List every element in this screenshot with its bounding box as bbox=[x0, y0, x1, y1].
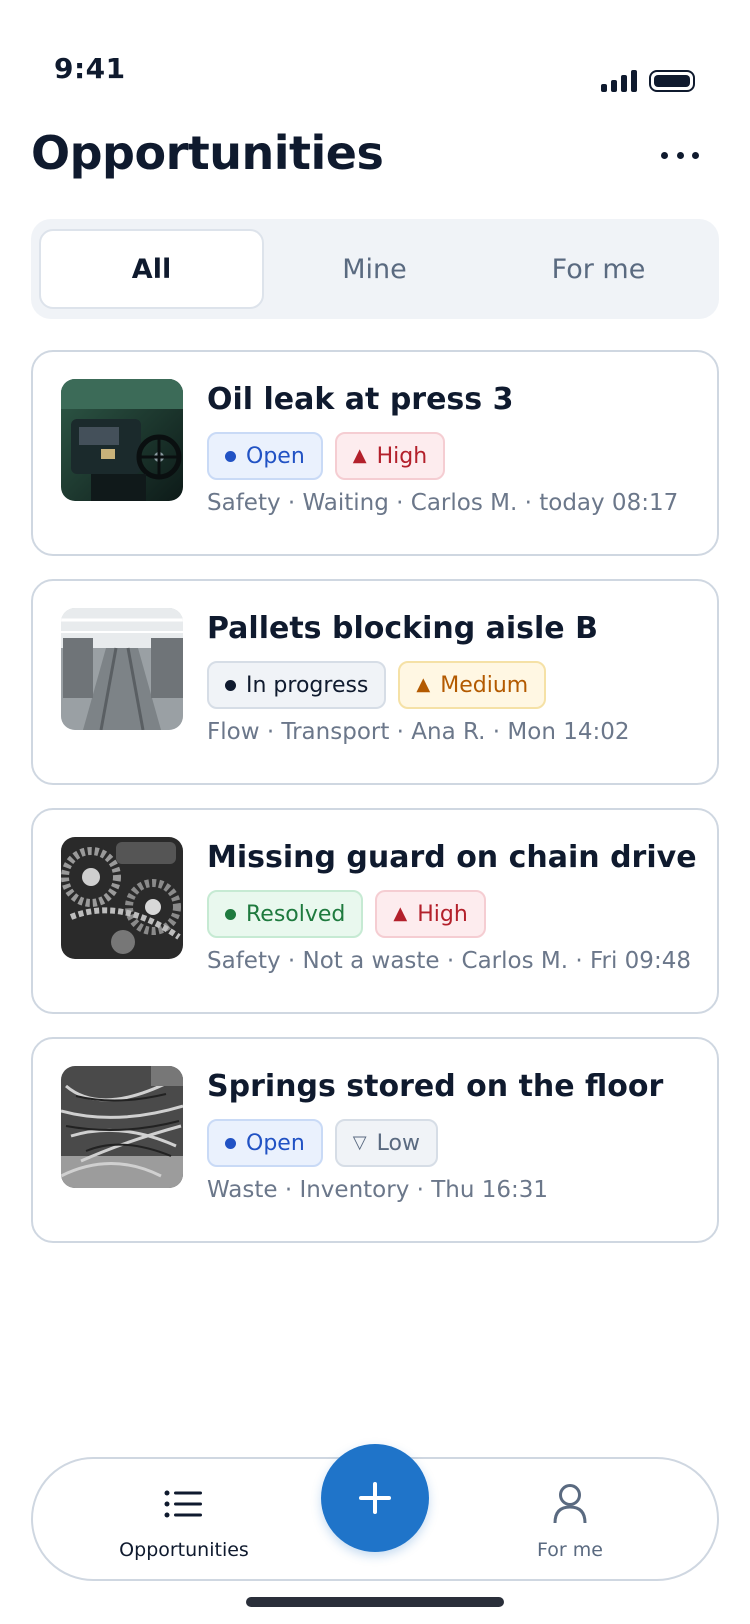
opportunity-thumbnail bbox=[61, 1066, 183, 1188]
opportunity-card[interactable]: Oil leak at press 3 Open ▲ High Safety · … bbox=[31, 350, 719, 556]
priority-badge: ▲ High bbox=[375, 890, 486, 938]
home-indicator bbox=[246, 1597, 504, 1607]
nav-label: For me bbox=[537, 1539, 603, 1561]
page-title: Opportunities bbox=[31, 126, 384, 180]
nav-item-opportunities[interactable]: Opportunities bbox=[104, 1481, 264, 1561]
status-dot-icon bbox=[225, 908, 236, 920]
add-opportunity-button[interactable] bbox=[321, 1444, 429, 1552]
signal-icon bbox=[601, 70, 641, 92]
user-icon bbox=[552, 1481, 588, 1527]
nav-label: Opportunities bbox=[119, 1539, 249, 1561]
status-dot-icon bbox=[225, 450, 236, 462]
status-bar: 9:41 bbox=[0, 0, 750, 110]
status-dot-icon bbox=[225, 1137, 236, 1149]
opportunity-title: Pallets blocking aisle B bbox=[207, 611, 598, 646]
more-horizontal-icon bbox=[661, 151, 668, 159]
priority-badge: ▽ Low bbox=[334, 1119, 438, 1167]
nav-item-for-me[interactable]: For me bbox=[490, 1481, 650, 1561]
list-icon bbox=[164, 1481, 204, 1527]
battery-icon bbox=[649, 70, 695, 92]
priority-badge: ▲ High bbox=[334, 432, 446, 480]
opportunity-meta: Flow · Transport · Ana R. · Mon 14:02 bbox=[207, 719, 630, 745]
filter-segmented-control: All Mine For me bbox=[31, 219, 719, 319]
tab-for-me[interactable]: For me bbox=[486, 229, 711, 309]
opportunity-card[interactable]: Springs stored on the floor Open ▽ Low Wa… bbox=[31, 1037, 719, 1243]
triangle-down-outline-icon: ▽ bbox=[352, 1132, 367, 1153]
opportunity-meta: Safety · Not a waste · Carlos M. · Fri 0… bbox=[207, 948, 691, 974]
plus-icon bbox=[359, 1482, 391, 1514]
triangle-up-icon: ▲ bbox=[393, 903, 408, 924]
triangle-up-icon: ▲ bbox=[416, 674, 431, 695]
opportunity-thumbnail bbox=[61, 837, 183, 959]
triangle-up-icon: ▲ bbox=[352, 445, 367, 466]
status-badge: In progress bbox=[207, 661, 387, 709]
tab-mine[interactable]: Mine bbox=[262, 229, 487, 309]
opportunity-thumbnail bbox=[61, 608, 183, 730]
status-time: 9:41 bbox=[54, 52, 126, 85]
opportunity-title: Missing guard on chain drive bbox=[207, 840, 697, 875]
status-dot-icon bbox=[225, 679, 236, 691]
status-badge: Resolved bbox=[207, 890, 364, 938]
opportunity-card[interactable]: Pallets blocking aisle B In progress ▲ Me… bbox=[31, 579, 719, 785]
more-options-button[interactable] bbox=[655, 138, 705, 172]
status-badge: Open bbox=[207, 1119, 323, 1167]
opportunity-title: Springs stored on the floor bbox=[207, 1069, 664, 1104]
opportunity-meta: Waste · Inventory · Thu 16:31 bbox=[207, 1177, 549, 1203]
status-badge: Open bbox=[207, 432, 323, 480]
opportunity-meta: Safety · Waiting · Carlos M. · today 08:… bbox=[207, 490, 679, 516]
opportunity-card[interactable]: Missing guard on chain drive Resolved ▲ H… bbox=[31, 808, 719, 1014]
tab-all[interactable]: All bbox=[39, 229, 264, 309]
opportunity-thumbnail bbox=[61, 379, 183, 501]
priority-badge: ▲ Medium bbox=[398, 661, 547, 709]
opportunity-title: Oil leak at press 3 bbox=[207, 382, 514, 417]
